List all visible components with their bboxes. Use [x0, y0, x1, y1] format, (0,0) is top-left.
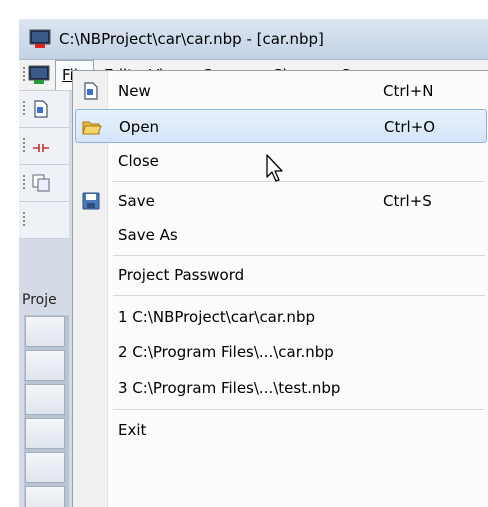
- toolbar-grip[interactable]: [23, 138, 25, 154]
- menu-item-label: Project Password: [118, 266, 245, 284]
- menu-item-exit[interactable]: Exit: [75, 413, 487, 447]
- left-toolbars: [19, 91, 69, 291]
- panel-cell[interactable]: [25, 350, 65, 381]
- toolbar-grip[interactable]: [23, 212, 25, 228]
- menu-item-shortcut: Ctrl+O: [384, 118, 436, 136]
- menubar-grip[interactable]: [23, 67, 25, 83]
- menu-item-label: Close: [118, 152, 159, 170]
- menu-item-label: Save: [118, 192, 155, 210]
- panel-cell[interactable]: [25, 316, 65, 347]
- panel-cell[interactable]: [25, 418, 65, 449]
- menu-item-label: 3 C:\Program Files\...\test.nbp: [118, 379, 341, 397]
- toolbar-row: [19, 128, 69, 165]
- menu-item-save-as[interactable]: Save As: [75, 218, 487, 252]
- menu-item-new[interactable]: New Ctrl+N: [75, 74, 487, 108]
- menu-item-open[interactable]: Open Ctrl+O: [75, 109, 487, 143]
- menu-separator: [113, 409, 485, 410]
- menu-item-project-password[interactable]: Project Password: [75, 258, 487, 292]
- toolbar-row: [19, 91, 69, 128]
- copy-text-icon[interactable]: [31, 173, 51, 193]
- menu-separator: [113, 295, 485, 296]
- menu-item-label: New: [118, 82, 151, 100]
- toolbar-row: [19, 165, 69, 202]
- menu-item-save[interactable]: Save Ctrl+S: [75, 184, 487, 218]
- menu-item-shortcut: Ctrl+S: [383, 192, 432, 210]
- monitor-app-icon: [29, 29, 51, 48]
- toolbar-grip[interactable]: [23, 101, 25, 117]
- menu-item-label: Save As: [118, 226, 178, 244]
- file-menu-dropdown: New Ctrl+N Open Ctrl+O Close Save Ctrl+S…: [72, 70, 488, 507]
- menu-item-label: Open: [119, 118, 160, 136]
- menu-separator: [113, 181, 485, 182]
- panel-cell[interactable]: [25, 452, 65, 483]
- menu-item-recent-2[interactable]: 2 C:\Program Files\...\car.nbp: [75, 335, 487, 369]
- new-document-icon: [84, 82, 98, 100]
- save-disk-icon: [82, 192, 100, 210]
- menu-item-shortcut: Ctrl+N: [383, 82, 434, 100]
- menu-item-recent-3[interactable]: 3 C:\Program Files\...\test.nbp: [75, 371, 487, 405]
- menu-item-recent-1[interactable]: 1 C:\NBProject\car\car.nbp: [75, 300, 487, 334]
- menu-separator: [113, 255, 485, 256]
- window-title: C:\NBProject\car\car.nbp - [car.nbp]: [59, 30, 324, 48]
- open-folder-icon: [82, 121, 102, 135]
- new-document-icon[interactable]: [31, 99, 51, 119]
- project-panel-list: [24, 315, 69, 507]
- panel-cell[interactable]: [25, 486, 65, 507]
- project-panel-header: Proje: [22, 292, 57, 308]
- toolbar-row: [19, 202, 69, 239]
- panel-cell[interactable]: [25, 384, 65, 415]
- bit-tool-icon[interactable]: [31, 136, 51, 156]
- toolbar-grip[interactable]: [23, 175, 25, 191]
- menu-item-label: 1 C:\NBProject\car\car.nbp: [118, 308, 315, 326]
- monitor-menu-icon[interactable]: [28, 65, 50, 85]
- menu-item-label: 2 C:\Program Files\...\car.nbp: [118, 343, 334, 361]
- mouse-pointer-icon: [266, 154, 283, 182]
- title-bar[interactable]: C:\NBProject\car\car.nbp - [car.nbp]: [19, 19, 488, 60]
- menu-item-label: Exit: [118, 421, 147, 439]
